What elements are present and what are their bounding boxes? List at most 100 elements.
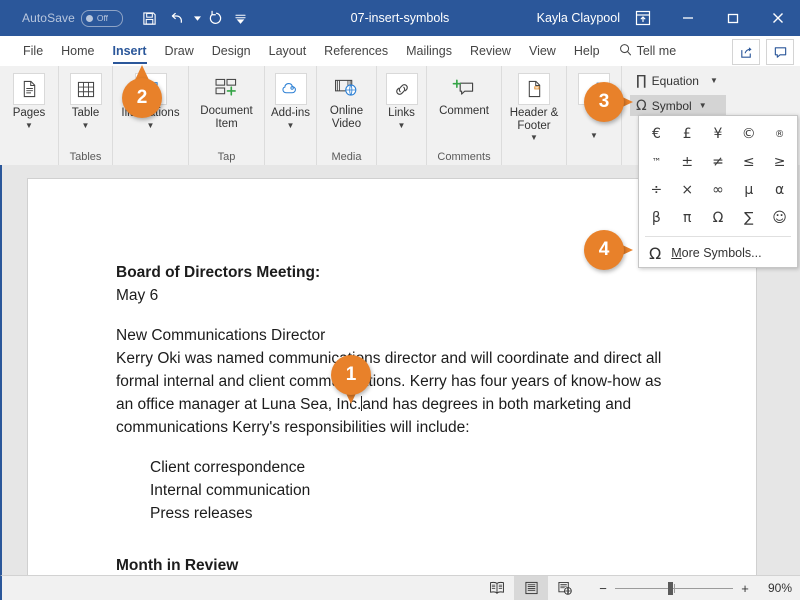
pi-icon: ∏ (636, 72, 647, 89)
tell-me-box[interactable]: Tell me (619, 43, 677, 59)
equation-button[interactable]: ∏ Equation ▼ (630, 70, 726, 91)
share-button[interactable] (732, 39, 760, 65)
print-layout-icon[interactable] (514, 575, 548, 600)
equation-label: Equation (651, 73, 699, 88)
save-icon[interactable] (137, 5, 163, 31)
autosave-switch[interactable]: Off (80, 9, 123, 27)
minimize-icon[interactable] (665, 0, 710, 36)
undo-dropdown-caret-icon[interactable] (193, 5, 202, 31)
illustrations-caret-icon[interactable]: ▼ (147, 121, 155, 130)
symbol-cell-greater-equal[interactable]: ≥ (764, 148, 795, 176)
tab-file[interactable]: File (14, 36, 52, 66)
tab-review[interactable]: Review (461, 36, 520, 66)
symbol-cell-multiply[interactable]: × (672, 176, 703, 204)
zoom-control: − + (598, 581, 750, 596)
autosave-toggle-group[interactable]: AutoSave Off (22, 9, 123, 27)
ribbon-group-label-tables: Tables (69, 151, 102, 163)
pages-button[interactable]: Pages ▼ (2, 70, 56, 130)
symbol-cell-omega[interactable]: Ω (703, 204, 734, 232)
tab-draw[interactable]: Draw (156, 36, 203, 66)
symbol-cell-not-equal[interactable]: ≠ (703, 148, 734, 176)
table-caret-icon[interactable]: ▼ (82, 121, 90, 130)
symbol-button[interactable]: Ω Symbol ▼ (630, 95, 726, 116)
autosave-state-label: Off (96, 13, 109, 23)
ribbon-group-addins: Add-ins ▼ (264, 66, 316, 165)
symbol-cell-infinity[interactable]: ∞ (703, 176, 734, 204)
tab-insert[interactable]: Insert (104, 36, 156, 66)
symbol-cell-yen[interactable]: ¥ (703, 120, 734, 148)
table-button[interactable]: Table ▼ (59, 70, 113, 130)
pages-label: Pages (12, 107, 46, 119)
tab-references[interactable]: References (315, 36, 397, 66)
symbol-cell-pound[interactable]: £ (672, 120, 703, 148)
ribbon-group-header-footer: Header & Footer ▼ (501, 66, 566, 165)
tab-home[interactable]: Home (52, 36, 103, 66)
document-item-button[interactable]: Document Item (195, 70, 259, 130)
links-caret-icon[interactable]: ▼ (398, 121, 406, 130)
links-button[interactable]: Links ▼ (378, 70, 426, 130)
tab-view[interactable]: View (520, 36, 565, 66)
tab-help[interactable]: Help (565, 36, 609, 66)
symbol-cell-trademark[interactable]: ™ (641, 148, 672, 176)
online-video-button[interactable]: Online Video (320, 70, 374, 130)
links-icon (385, 73, 418, 105)
web-layout-icon[interactable] (548, 576, 582, 600)
document-body-line-4: communications Kerry's responsibilities … (116, 419, 470, 436)
symbol-cell-euro[interactable]: € (641, 120, 672, 148)
symbol-cell-sigma[interactable]: ∑ (733, 204, 764, 232)
autosave-knob (85, 14, 93, 22)
symbol-cell-copyright[interactable]: © (733, 120, 764, 148)
comment-button[interactable]: Comment (432, 70, 496, 118)
tab-mailings[interactable]: Mailings (397, 36, 461, 66)
symbol-cell-beta[interactable]: β (641, 204, 672, 232)
redo-icon[interactable] (204, 5, 230, 31)
comment-icon (449, 73, 479, 103)
pages-icon (13, 73, 45, 105)
header-footer-button[interactable]: Header & Footer ▼ (502, 70, 566, 142)
window-controls (620, 0, 800, 36)
tab-layout[interactable]: Layout (260, 36, 316, 66)
zoom-in-button[interactable]: + (740, 581, 750, 596)
symbol-dropdown-panel: € £ ¥ © ® ™ ± ≠ ≤ ≥ ÷ × ∞ µ α β π Ω ∑ ☺ … (638, 115, 798, 268)
header-footer-icon (518, 73, 550, 105)
symbol-cell-smiley[interactable]: ☺ (764, 204, 795, 232)
qat-more-icon[interactable] (232, 5, 250, 31)
symbol-cell-pi[interactable]: π (672, 204, 703, 232)
zoom-slider-thumb[interactable] (668, 581, 673, 595)
ribbon-group-tap: Document Item Tap (188, 66, 264, 165)
symbol-caret-icon[interactable]: ▼ (699, 101, 707, 110)
ribbon-display-options-icon[interactable] (620, 0, 665, 36)
equation-caret-icon[interactable]: ▼ (710, 76, 718, 85)
zoom-percent-label[interactable]: 90% (758, 581, 792, 595)
comments-button[interactable] (766, 39, 794, 65)
add-ins-caret-icon[interactable]: ▼ (287, 121, 295, 130)
symbol-cell-less-equal[interactable]: ≤ (733, 148, 764, 176)
document-body-line-2: formal internal and client communication… (116, 373, 662, 390)
restore-icon[interactable] (710, 0, 755, 36)
symbol-cell-plus-minus[interactable]: ± (672, 148, 703, 176)
document-subheading: New Communications Director (116, 327, 326, 344)
symbol-cell-micro[interactable]: µ (733, 176, 764, 204)
read-mode-icon[interactable] (480, 576, 514, 600)
callout-marker-2: 2 (122, 65, 162, 118)
close-icon[interactable] (755, 0, 800, 36)
zoom-slider[interactable] (615, 581, 733, 595)
symbol-cell-registered[interactable]: ® (764, 120, 795, 148)
symbol-cell-divide[interactable]: ÷ (641, 176, 672, 204)
tell-me-label: Tell me (636, 44, 677, 58)
symbol-cell-alpha[interactable]: α (764, 176, 795, 204)
more-symbols-label: More Symbols... (671, 246, 761, 260)
add-ins-button[interactable]: Add-ins ▼ (267, 70, 315, 130)
user-account-name[interactable]: Kayla Claypool (537, 0, 620, 36)
table-icon (69, 73, 102, 105)
pages-caret-icon[interactable]: ▼ (25, 121, 33, 130)
tab-design[interactable]: Design (203, 36, 260, 66)
document-item-label: Document Item (200, 105, 253, 130)
header-footer-caret-icon[interactable]: ▼ (530, 133, 538, 142)
table-label: Table (71, 107, 100, 119)
undo-icon[interactable] (165, 5, 191, 31)
text-box-caret-icon[interactable]: ▼ (590, 131, 598, 140)
more-symbols-menu-item[interactable]: Ω More Symbols... (639, 239, 797, 267)
zoom-out-button[interactable]: − (598, 581, 608, 596)
